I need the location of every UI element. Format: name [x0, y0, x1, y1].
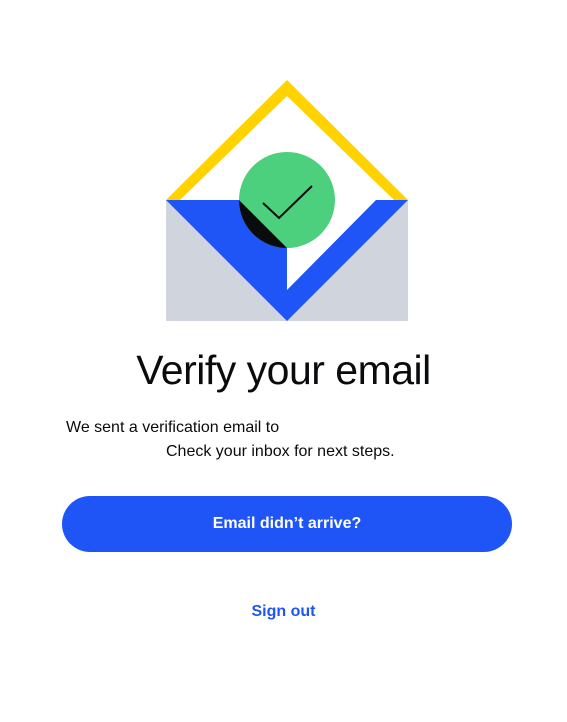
- verification-message-line-2: Check your inbox for next steps.: [166, 443, 395, 460]
- sign-out-button[interactable]: Sign out: [0, 600, 567, 624]
- email-didnt-arrive-button[interactable]: Email didn’t arrive?: [62, 496, 512, 552]
- verification-message-line-1: We sent a verification email to: [66, 419, 280, 436]
- page-title: Verify your email: [136, 347, 431, 393]
- email-verified-envelope-icon: [166, 80, 408, 321]
- envelope-check-illustration: [166, 80, 408, 321]
